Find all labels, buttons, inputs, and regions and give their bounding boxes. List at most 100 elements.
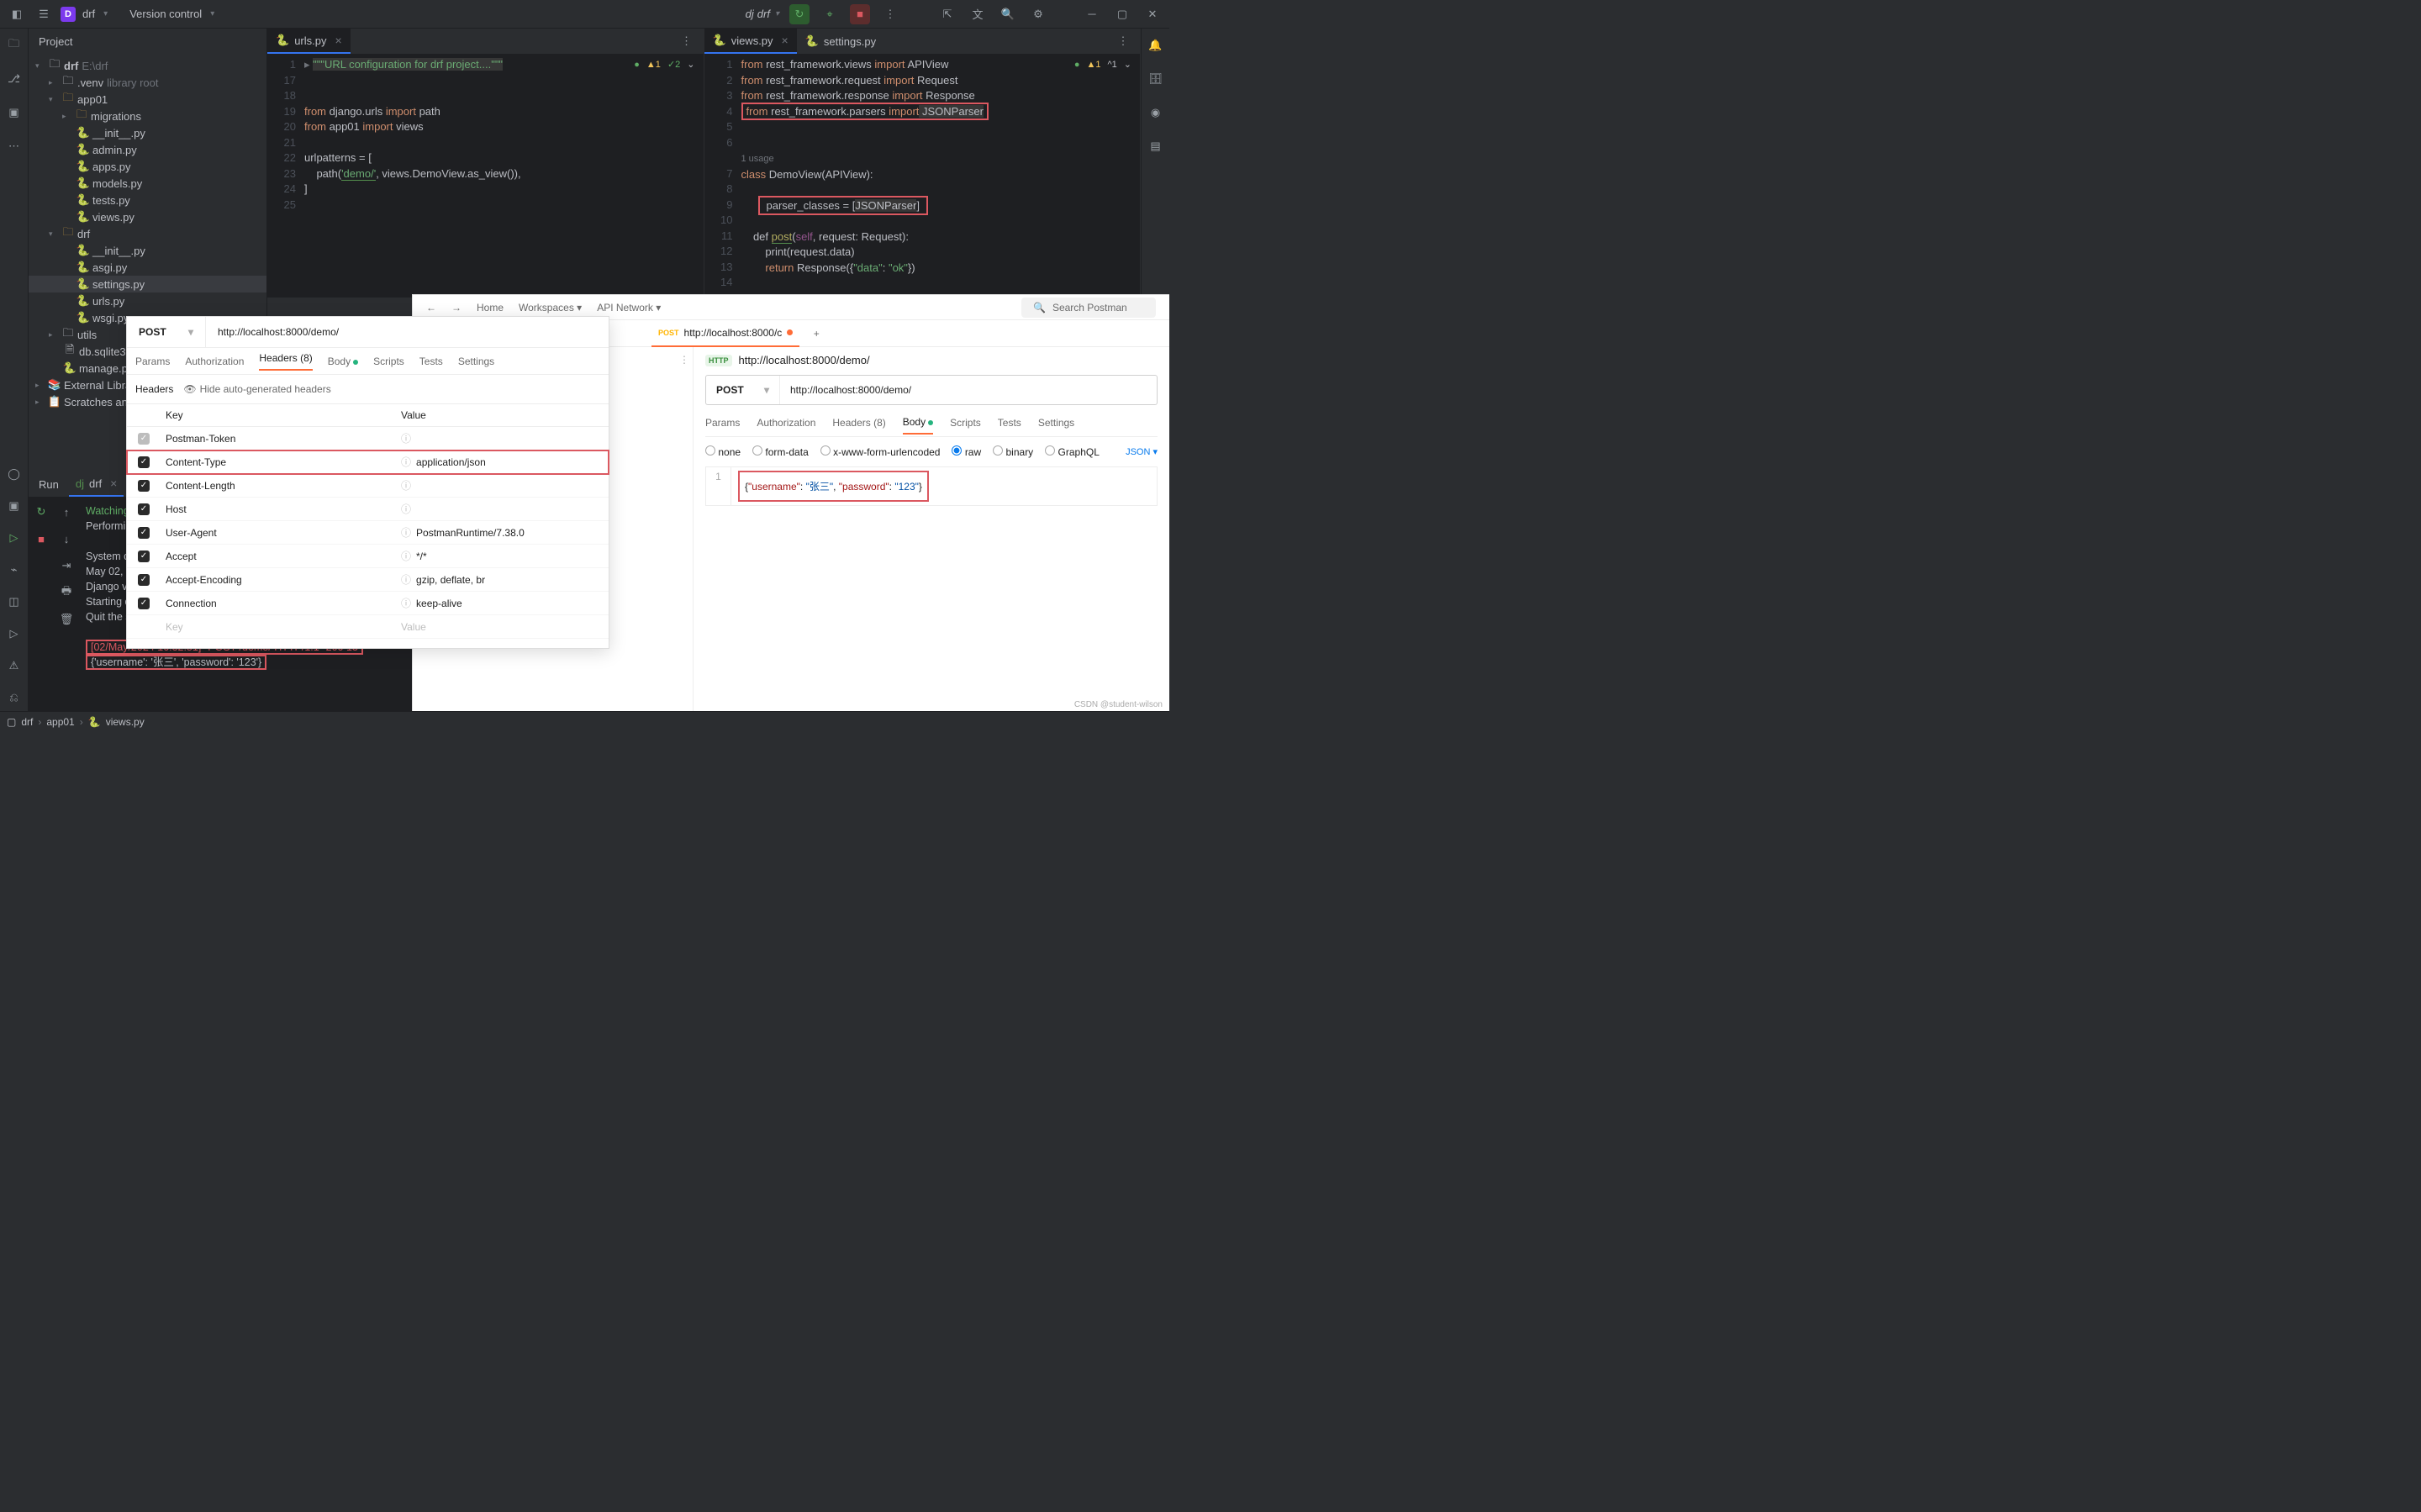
popup-tab-headers[interactable]: Headers (8) — [259, 352, 312, 371]
nav-home[interactable]: Home — [477, 302, 504, 313]
popup-tab-auth[interactable]: Authorization — [185, 356, 244, 367]
info-icon[interactable]: ⓘ — [401, 549, 411, 563]
popup-method-select[interactable]: POST▾ — [127, 317, 206, 347]
checkbox[interactable]: ✓ — [138, 503, 150, 515]
hide-autogen-toggle[interactable]: 👁Hide auto-generated headers — [183, 383, 330, 395]
debug-icon[interactable]: ⌖ — [820, 4, 840, 24]
info-icon[interactable]: ⓘ — [401, 502, 411, 516]
forward-icon[interactable]: → — [451, 302, 462, 313]
header-row[interactable]: ✓ Connection ⓘkeep-alive — [127, 592, 609, 615]
print-icon[interactable]: 🖶 — [56, 582, 76, 603]
python-console-icon[interactable]: ⌁ — [4, 560, 24, 580]
header-row[interactable]: ✓ Content-Length ⓘ — [127, 474, 609, 498]
body-graphql[interactable]: GraphQL — [1045, 445, 1100, 458]
more-icon[interactable]: ⋮ — [1113, 31, 1133, 51]
info-icon[interactable]: ⓘ — [401, 455, 411, 469]
app-icon[interactable]: ◧ — [7, 4, 27, 24]
header-row[interactable]: ✓ Postman-Token ⓘ — [127, 427, 609, 450]
popup-tab-params[interactable]: Params — [135, 356, 170, 367]
project-name[interactable]: drf — [82, 8, 95, 20]
commit-icon[interactable]: ⎇ — [4, 69, 24, 89]
search-icon[interactable]: 🔍 — [998, 4, 1018, 24]
services-icon[interactable]: ◫ — [4, 592, 24, 612]
header-row[interactable]: ✓ Host ⓘ — [127, 498, 609, 521]
value-placeholder[interactable]: Value — [396, 621, 609, 633]
rerun-icon[interactable]: ↻ — [31, 502, 51, 522]
debug-tool-icon[interactable]: ▷ — [4, 624, 24, 644]
postman-search[interactable]: 🔍Search Postman — [1021, 298, 1156, 318]
body-editor[interactable]: 1 {"username": "张三", "password": "123"} — [705, 466, 1158, 506]
breadcrumb[interactable]: views.py — [106, 716, 145, 728]
request-tab[interactable]: POST http://localhost:8000/c — [651, 320, 799, 347]
trash-icon[interactable]: 🗑 — [56, 609, 76, 630]
header-row[interactable]: ✓ User-Agent ⓘPostmanRuntime/7.38.0 — [127, 521, 609, 545]
wrap-icon[interactable]: ⇥ — [56, 556, 76, 576]
method-select[interactable]: POST▾ — [706, 376, 780, 404]
more-icon[interactable]: ⋮ — [677, 31, 697, 51]
code-editor[interactable]: ●▲1^1⌄ 1234567891011121314 from rest_fra… — [704, 54, 1141, 298]
tree-file[interactable]: 🐍asgi.py — [29, 259, 266, 276]
project-tool-icon[interactable]: 🗀 — [4, 35, 24, 55]
popup-tab-body[interactable]: Body — [328, 356, 358, 367]
checkbox[interactable]: ✓ — [138, 480, 150, 492]
header-row[interactable]: ✓ Content-Type ⓘapplication/json — [127, 450, 609, 474]
nav-workspaces[interactable]: Workspaces ▾ — [519, 302, 582, 313]
url-input[interactable]: http://localhost:8000/demo/ — [780, 376, 1157, 404]
problems-icon[interactable]: ⚠ — [4, 656, 24, 676]
subtab-params[interactable]: Params — [705, 417, 740, 434]
close-icon[interactable]: × — [335, 34, 341, 47]
checkbox[interactable]: ✓ — [138, 527, 150, 539]
info-icon[interactable]: ⓘ — [401, 572, 411, 587]
tree-file[interactable]: 🐍admin.py — [29, 141, 266, 158]
key-placeholder[interactable]: Key — [161, 621, 396, 633]
nav-api-network[interactable]: API Network ▾ — [597, 302, 661, 313]
add-tab-icon[interactable]: + — [806, 324, 826, 344]
breadcrumb-root[interactable]: ▢ — [7, 716, 16, 728]
structure-icon[interactable]: ▣ — [4, 103, 24, 123]
code-editor[interactable]: ●▲1✓2⌄ 1171819202122232425 ▸ """URL conf… — [267, 54, 704, 298]
close-icon[interactable]: × — [782, 34, 789, 47]
run-tool-icon[interactable]: ▷ — [4, 528, 24, 548]
collab-icon[interactable]: ⇱ — [937, 4, 957, 24]
body-xwww[interactable]: x-www-form-urlencoded — [820, 445, 941, 458]
tree-file[interactable]: 🐍tests.py — [29, 192, 266, 208]
ai-icon[interactable]: ◯ — [4, 464, 24, 484]
subtab-auth[interactable]: Authorization — [757, 417, 815, 434]
subtab-scripts[interactable]: Scripts — [950, 417, 981, 434]
body-binary[interactable]: binary — [993, 445, 1033, 458]
subtab-body[interactable]: Body — [903, 416, 933, 435]
header-row[interactable]: ✓ Accept-Encoding ⓘgzip, deflate, br — [127, 568, 609, 592]
run-tab[interactable]: djdrf× — [69, 472, 124, 497]
body-none[interactable]: none — [705, 445, 741, 458]
maximize-icon[interactable]: ▢ — [1112, 4, 1132, 24]
endpoints-icon[interactable]: ▤ — [1146, 136, 1166, 156]
breadcrumb[interactable]: app01 — [46, 716, 74, 728]
settings-icon[interactable]: ⚙ — [1028, 4, 1048, 24]
close-icon[interactable]: ✕ — [1142, 4, 1163, 24]
checkbox[interactable]: ✓ — [138, 598, 150, 609]
tree-file[interactable]: 🐍views.py — [29, 208, 266, 225]
subtab-headers[interactable]: Headers (8) — [832, 417, 885, 434]
breadcrumb[interactable]: drf — [21, 716, 33, 728]
menu-icon[interactable]: ☰ — [34, 4, 54, 24]
tree-file[interactable]: 🐍__init__.py — [29, 242, 266, 259]
popup-tab-settings[interactable]: Settings — [458, 356, 494, 367]
tree-venv[interactable]: ▸🗀.venvlibrary root — [29, 74, 266, 91]
collapse-icon[interactable]: ⋮ — [679, 354, 689, 366]
more-tools-icon[interactable]: ⋯ — [4, 136, 24, 156]
body-lang-select[interactable]: JSON ▾ — [1126, 446, 1158, 457]
checkbox[interactable]: ✓ — [138, 456, 150, 468]
info-icon[interactable]: ⓘ — [401, 478, 411, 493]
database-icon[interactable]: 🗄 — [1146, 69, 1166, 89]
subtab-settings[interactable]: Settings — [1038, 417, 1074, 434]
header-row[interactable]: ✓ Accept ⓘ*/* — [127, 545, 609, 568]
tree-file[interactable]: 🐍models.py — [29, 175, 266, 192]
terminal-icon[interactable]: ▣ — [4, 496, 24, 516]
tree-file-settings[interactable]: 🐍settings.py — [29, 276, 266, 292]
up-icon[interactable]: ↑ — [56, 502, 76, 522]
subtab-tests[interactable]: Tests — [998, 417, 1021, 434]
tab-settings[interactable]: 🐍settings.py — [797, 29, 884, 54]
stop-icon[interactable]: ■ — [31, 529, 51, 549]
stop-button[interactable]: ■ — [850, 4, 870, 24]
popup-tab-scripts[interactable]: Scripts — [373, 356, 404, 367]
